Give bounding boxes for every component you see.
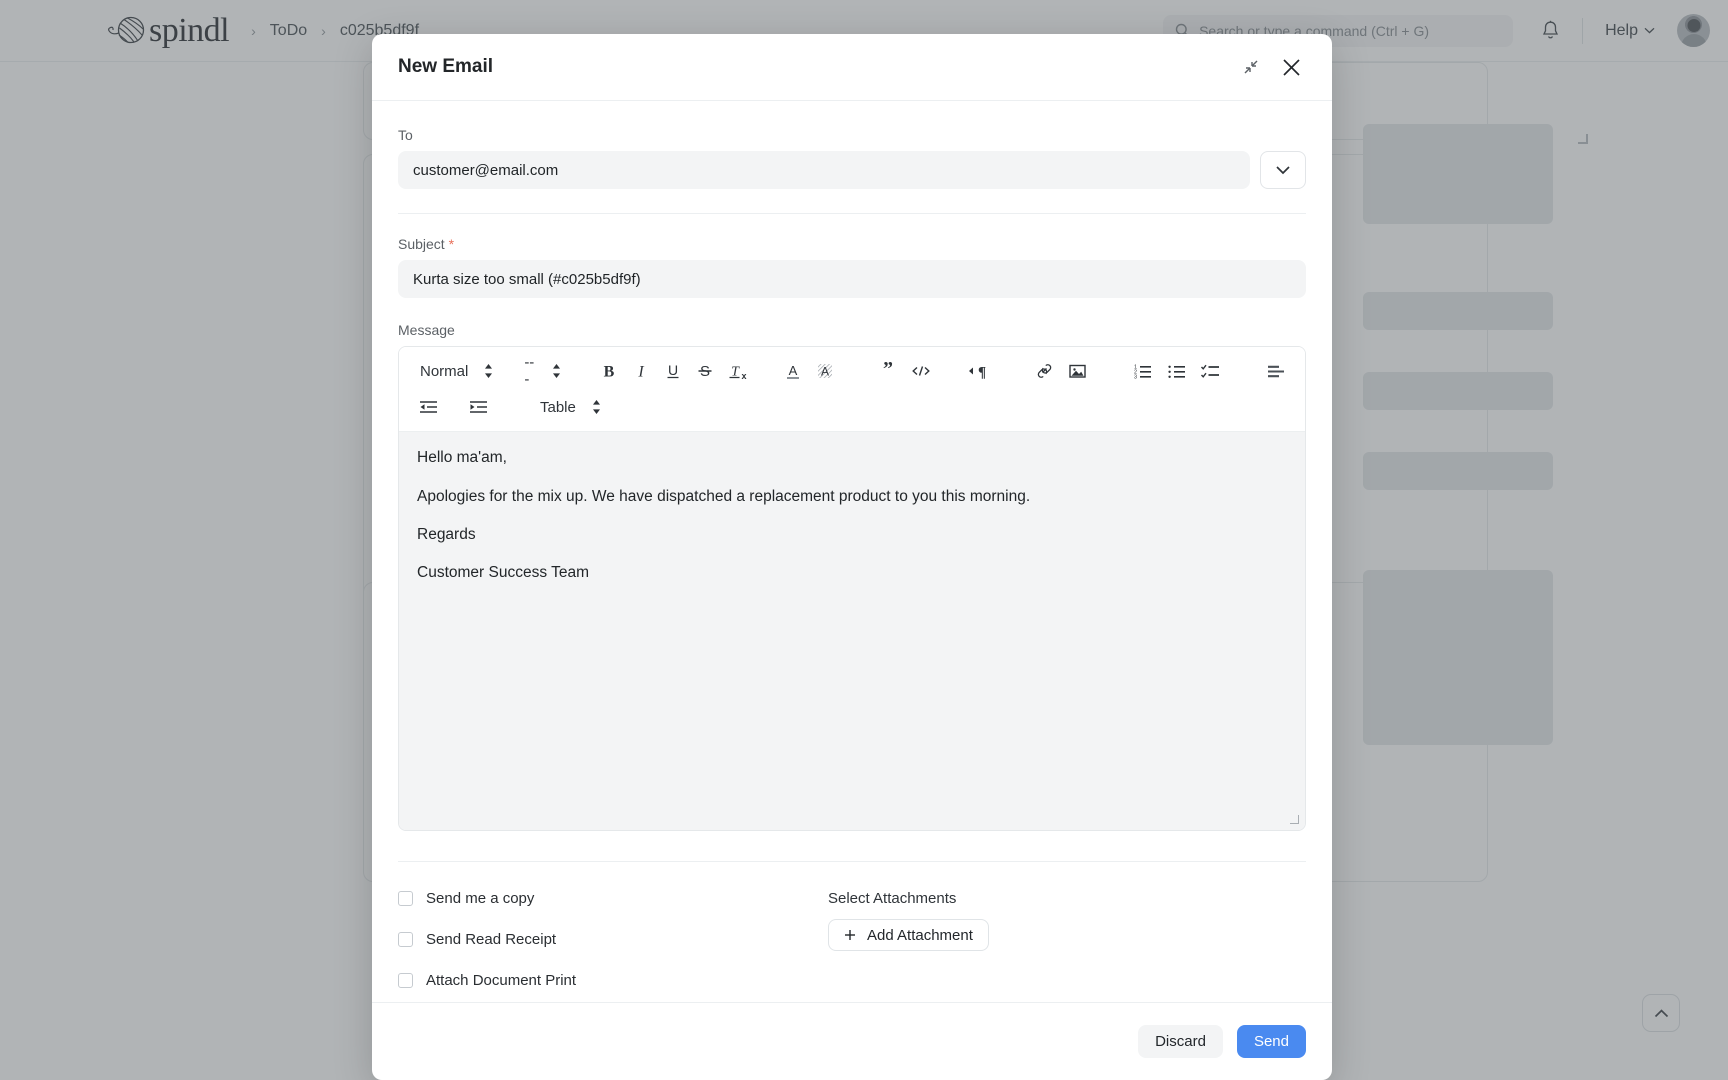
textarea-resize-handle[interactable] xyxy=(1290,815,1299,824)
checkbox-box[interactable] xyxy=(398,973,413,988)
message-line-4: Customer Success Team xyxy=(417,565,1287,581)
bullet-list-icon[interactable] xyxy=(1160,356,1194,386)
attachments-label: Select Attachments xyxy=(828,890,989,907)
svg-text:3: 3 xyxy=(1134,375,1137,381)
svg-text:¶: ¶ xyxy=(977,365,985,381)
chevron-up-down-icon xyxy=(592,399,601,415)
add-attachment-label: Add Attachment xyxy=(867,927,973,944)
to-dropdown-button[interactable] xyxy=(1260,151,1306,189)
table-select[interactable]: Table xyxy=(531,392,610,422)
required-marker: * xyxy=(449,236,454,252)
subject-input[interactable]: Kurta size too small (#c025b5df9f) xyxy=(398,260,1306,298)
message-line-3: Regards xyxy=(417,527,1287,543)
checkbox-send-read-receipt[interactable]: Send Read Receipt xyxy=(398,931,828,948)
bold-icon[interactable]: B xyxy=(593,356,625,386)
to-input[interactable]: customer@email.com xyxy=(398,151,1250,189)
new-email-dialog: New Email To xyxy=(372,34,1332,1080)
text-color-icon[interactable]: A xyxy=(777,356,809,386)
options-checkbox-list: Send me a copy Send Read Receipt Attach … xyxy=(398,890,828,989)
dialog-header-actions xyxy=(1243,57,1302,78)
link-icon[interactable] xyxy=(1028,356,1061,386)
add-attachment-button[interactable]: Add Attachment xyxy=(828,919,989,951)
indent-icon[interactable] xyxy=(461,392,497,422)
table-select-value: Table xyxy=(540,399,576,416)
dialog-footer: Discard Send xyxy=(372,1002,1332,1080)
highlight-color-icon[interactable]: A xyxy=(809,356,841,386)
editor-toolbar-row-2: Table xyxy=(411,389,1293,425)
chevron-down-icon xyxy=(1275,165,1291,175)
svg-text:A: A xyxy=(821,365,829,379)
options-section: Send me a copy Send Read Receipt Attach … xyxy=(398,862,1306,989)
font-select-value: --- xyxy=(524,354,536,388)
checkbox-label: Send Read Receipt xyxy=(426,931,556,948)
ordered-list-icon[interactable]: 1 2 3 xyxy=(1126,356,1160,386)
dialog-title: New Email xyxy=(398,56,493,78)
svg-text:A: A xyxy=(788,363,797,378)
checkbox-label: Attach Document Print xyxy=(426,972,576,989)
editor-toolbar-row-1: Normal --- xyxy=(411,353,1293,389)
svg-text:”: ” xyxy=(883,361,893,380)
code-block-icon[interactable] xyxy=(904,356,938,386)
message-line-2: Apologies for the mix up. We have dispat… xyxy=(417,489,1287,505)
dialog-header: New Email xyxy=(372,34,1332,101)
outdent-icon[interactable] xyxy=(411,392,447,422)
editor-toolbar: Normal --- xyxy=(399,347,1305,432)
rich-text-editor: Normal --- xyxy=(398,346,1306,831)
subject-field-group: Subject * Kurta size too small (#c025b5d… xyxy=(398,214,1306,298)
checkbox-attach-document-print[interactable]: Attach Document Print xyxy=(398,972,828,989)
subject-label: Subject xyxy=(398,236,445,252)
chevron-up-down-icon xyxy=(552,363,561,379)
svg-text:B: B xyxy=(603,364,614,381)
checkbox-box[interactable] xyxy=(398,932,413,947)
svg-text:U: U xyxy=(668,362,678,378)
style-select-value: Normal xyxy=(420,363,468,380)
to-label: To xyxy=(398,101,1306,143)
svg-text:I: I xyxy=(637,364,644,381)
attachments-section: Select Attachments Add Attachment xyxy=(828,890,989,989)
italic-icon[interactable]: I xyxy=(625,356,657,386)
chevron-up-down-icon xyxy=(484,363,493,379)
svg-text:x: x xyxy=(741,371,746,381)
underline-icon[interactable]: U xyxy=(657,356,689,386)
dialog-body: To customer@email.com Subject * Kurta si… xyxy=(372,101,1332,1002)
message-field-group: Message Normal --- xyxy=(398,298,1306,831)
style-select[interactable]: Normal xyxy=(411,356,502,386)
close-icon[interactable] xyxy=(1281,57,1302,78)
to-field-group: To customer@email.com xyxy=(398,101,1306,189)
text-direction-icon[interactable]: ¶ xyxy=(961,356,997,386)
message-line-1: Hello ma'am, xyxy=(417,450,1287,466)
blockquote-icon[interactable]: ” xyxy=(872,356,904,386)
strikethrough-icon[interactable]: S xyxy=(689,356,721,386)
message-label: Message xyxy=(398,322,1306,338)
collapse-arrows-icon[interactable] xyxy=(1243,59,1259,75)
checklist-icon[interactable] xyxy=(1194,356,1228,386)
checkbox-label: Send me a copy xyxy=(426,890,534,907)
clear-format-icon[interactable]: Tx xyxy=(721,356,755,386)
subject-label-row: Subject * xyxy=(398,236,1306,252)
discard-button[interactable]: Discard xyxy=(1138,1025,1223,1058)
plus-icon xyxy=(844,929,856,941)
align-icon[interactable] xyxy=(1259,356,1293,386)
checkbox-send-me-a-copy[interactable]: Send me a copy xyxy=(398,890,828,907)
image-icon[interactable] xyxy=(1061,356,1094,386)
font-select[interactable]: --- xyxy=(515,356,570,386)
send-button[interactable]: Send xyxy=(1237,1025,1306,1058)
checkbox-box[interactable] xyxy=(398,891,413,906)
message-body-input[interactable]: Hello ma'am, Apologies for the mix up. W… xyxy=(399,432,1305,830)
